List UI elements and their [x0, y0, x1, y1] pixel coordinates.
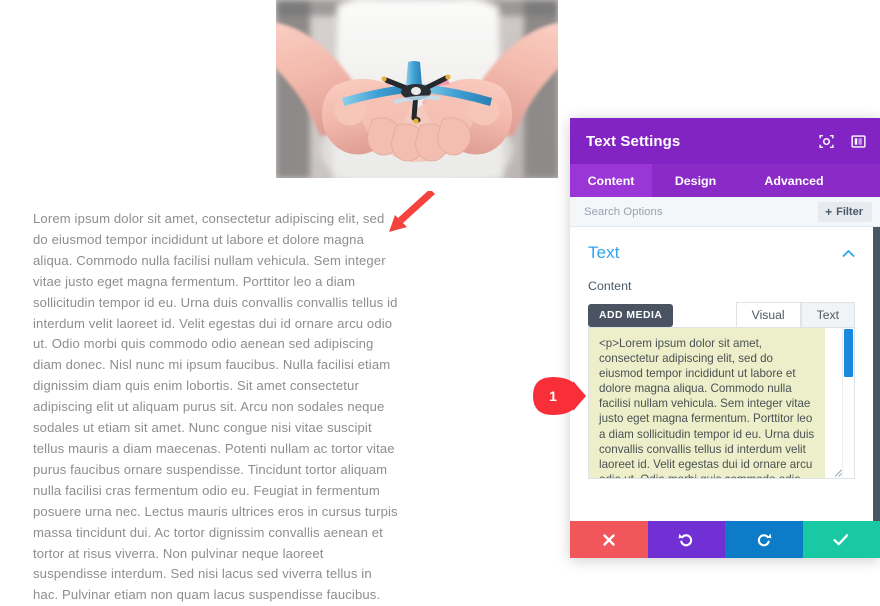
modal-action-bar — [570, 521, 880, 558]
plus-icon: + — [825, 206, 832, 218]
undo-arrow-icon — [678, 532, 694, 548]
search-options-row: + Filter — [570, 197, 880, 227]
textarea-scrollbar[interactable] — [842, 328, 854, 478]
pin-teardrop-shape — [531, 377, 587, 415]
content-field-label: Content — [588, 279, 855, 293]
textarea-scroll-thumb[interactable] — [844, 329, 853, 377]
titlebar-icon-group — [819, 134, 866, 149]
callout-pin-1: 1 — [531, 377, 587, 415]
close-x-icon — [602, 533, 616, 547]
content-textarea[interactable] — [589, 328, 825, 478]
modal-side-rail — [873, 227, 880, 521]
focus-target-icon[interactable] — [819, 134, 834, 149]
page-root: Lorem ipsum dolor sit amet, consectetur … — [0, 0, 880, 558]
filter-button-label: Filter — [836, 206, 863, 218]
redo-button[interactable] — [725, 521, 803, 558]
tab-visual-editor[interactable]: Visual — [736, 302, 801, 328]
textarea-resize-handle[interactable] — [833, 468, 842, 477]
article-body-text: Lorem ipsum dolor sit amet, consectetur … — [33, 209, 398, 606]
tab-advanced[interactable]: Advanced — [739, 164, 849, 197]
tab-content[interactable]: Content — [570, 164, 652, 197]
child-hands-holding-toy-drone-photo — [276, 0, 558, 178]
save-button[interactable] — [803, 521, 880, 558]
redo-arrow-icon — [756, 532, 772, 548]
modal-titlebar: Text Settings — [570, 118, 880, 164]
content-editor-shell — [588, 327, 855, 479]
filter-button[interactable]: + Filter — [818, 202, 872, 222]
text-settings-modal: Text Settings — [570, 118, 880, 558]
hero-image-container — [276, 0, 558, 178]
modal-title: Text Settings — [586, 133, 819, 150]
tab-text-editor[interactable]: Text — [801, 302, 855, 328]
editor-toolbar: ADD MEDIA Visual Text — [588, 302, 855, 327]
chevron-up-icon[interactable] — [842, 249, 855, 258]
cancel-button[interactable] — [570, 521, 648, 558]
modal-body-inner: Text Content ADD MEDIA Visual Text — [570, 227, 873, 521]
checkmark-icon — [833, 533, 849, 547]
section-title: Text — [588, 243, 842, 263]
text-section-header[interactable]: Text — [588, 231, 855, 275]
search-options-input[interactable] — [584, 206, 818, 218]
tab-design[interactable]: Design — [652, 164, 739, 197]
undo-button[interactable] — [648, 521, 726, 558]
modal-body: Text Content ADD MEDIA Visual Text — [570, 227, 880, 521]
modal-tab-strip: Content Design Advanced — [570, 164, 880, 197]
layout-panel-icon[interactable] — [851, 134, 866, 149]
add-media-button[interactable]: ADD MEDIA — [588, 304, 673, 327]
editor-mode-tabs: Visual Text — [736, 302, 855, 328]
red-pointer-arrow — [383, 191, 439, 235]
